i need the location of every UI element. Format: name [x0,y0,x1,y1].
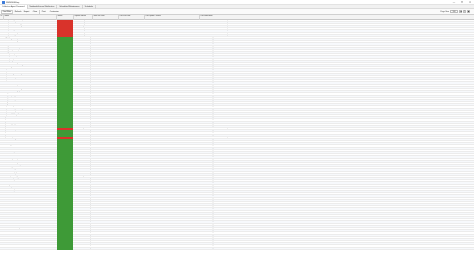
maximize-icon[interactable]: ☐ [460,1,464,4]
last-notification-cell: Default for Nothing [200,247,214,249]
prev-page-button[interactable]: ◀ [459,10,462,14]
window-controls: — ☐ ✕ [452,1,472,4]
table-row[interactable]: 106 Web - Reserved Job Z OK Daily 01/05/2019… [0,247,474,250]
close-icon[interactable]: ✕ [468,1,472,4]
print-button[interactable]: Print [40,10,47,14]
export-button[interactable]: Export [22,10,31,14]
next-run-cell: 01/05/2019 10:00:00 AM [93,247,111,249]
window-title: RIMSDESKtop [6,1,20,4]
last-run-cell: 01/05/2019 10:00:00 AM [119,247,137,249]
pager: Page Size 100 ◀ 1 ▶ [440,10,470,14]
repeat-interval-cell: Daily [87,247,91,249]
customise-button[interactable]: Customise [48,10,61,14]
page-size-input[interactable]: 100 [450,10,458,14]
scheduler-grid: ID Name Status Repeat Interval Next Run … [0,14,474,250]
page-size-label: Page Size [440,10,449,13]
last-update-cell: Default - Could Not Find Path [145,247,166,249]
clear-button[interactable]: Clear [31,10,39,14]
minimize-icon[interactable]: — [452,1,456,4]
grid-body: 1 Backup - Daily Full Backup ERROR Every 4 … [0,19,474,250]
status-badge: OK [57,247,73,250]
app-icon [2,1,5,4]
next-page-button[interactable]: ▶ [467,10,470,14]
task-name-cell: Web - Reserved Job Z [4,247,20,249]
page-number[interactable]: 1 [463,10,466,14]
